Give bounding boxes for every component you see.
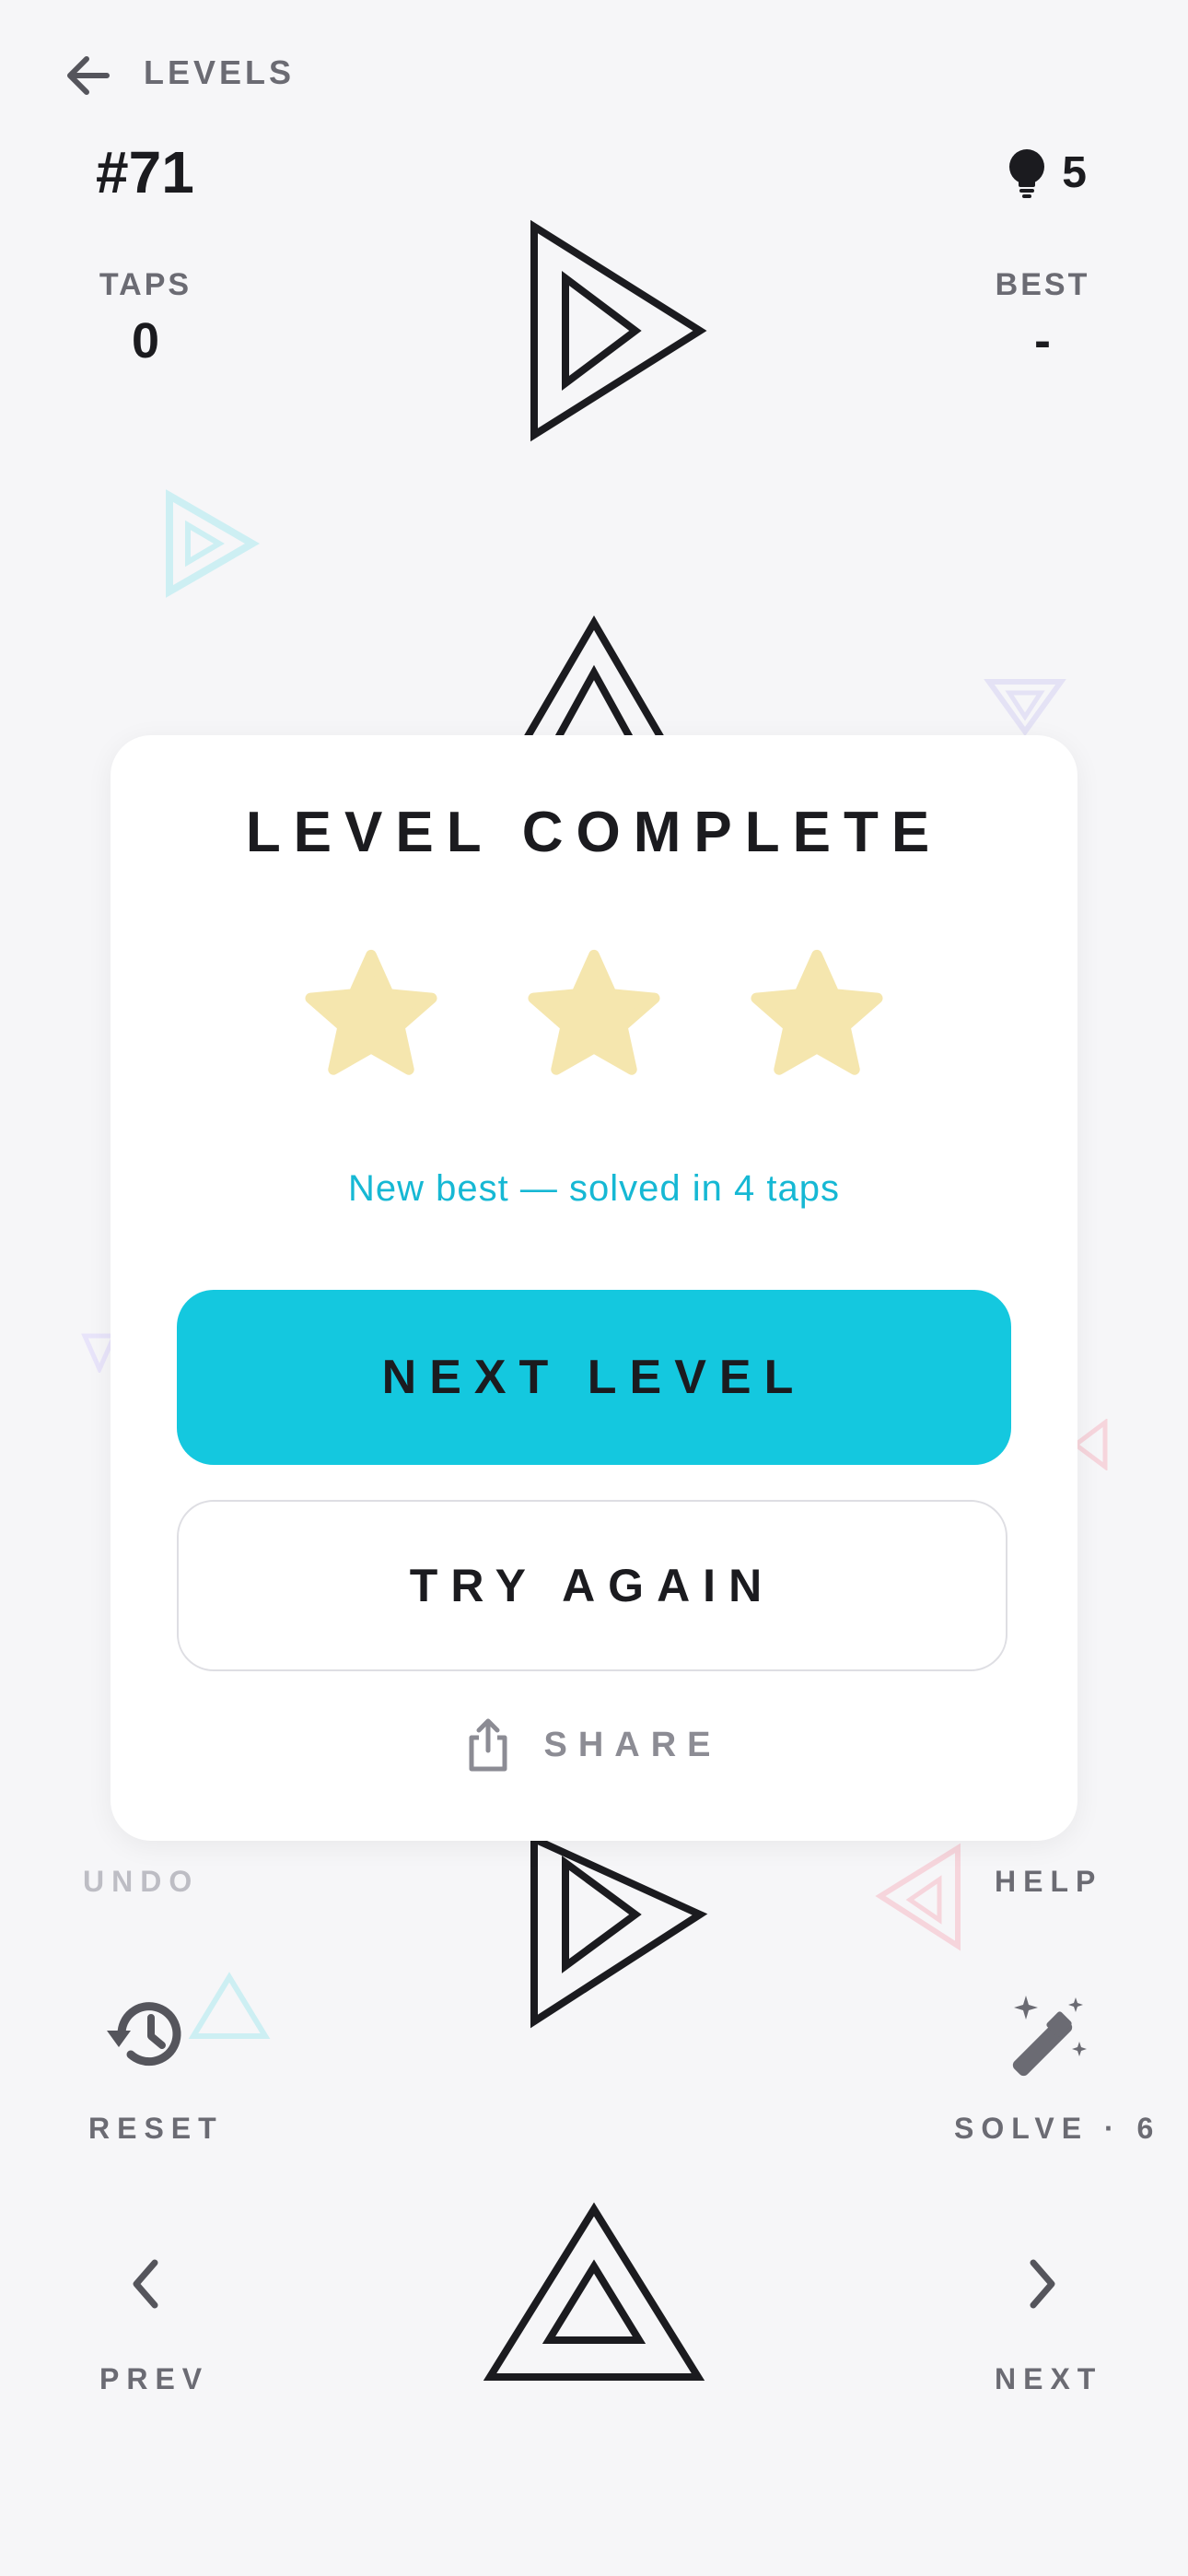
hints-counter[interactable]: 5 — [1007, 147, 1087, 198]
lightbulb-icon — [1009, 148, 1045, 198]
decorative-triangle-cyan-small — [188, 1972, 271, 2039]
triangle-piece-bottom[interactable] — [483, 2202, 705, 2386]
next-level-button[interactable]: NEXT LEVEL — [177, 1290, 1011, 1465]
share-button[interactable]: SHARE — [111, 1717, 1077, 1773]
taps-value: 0 — [131, 313, 160, 369]
magic-wand-icon[interactable] — [998, 1990, 1090, 2082]
decorative-triangle-cyan — [166, 489, 260, 598]
triangle-piece-center[interactable] — [516, 615, 672, 744]
star-icon — [305, 949, 437, 1075]
taps-label: TAPS — [99, 267, 192, 302]
reset-button[interactable]: RESET — [88, 2112, 224, 2146]
star-icon — [528, 949, 660, 1075]
share-icon — [469, 1718, 507, 1772]
history-reset-icon[interactable] — [103, 1990, 192, 2078]
back-arrow-icon[interactable] — [61, 48, 116, 103]
modal-title: LEVEL COMPLETE — [245, 801, 943, 864]
chevron-right-icon[interactable] — [1015, 2252, 1070, 2316]
help-button[interactable]: HELP — [995, 1865, 1102, 1899]
triangle-piece-top[interactable] — [525, 217, 709, 444]
share-label: SHARE — [543, 1725, 722, 1764]
best-stat: BEST - — [950, 267, 1135, 369]
best-label: BEST — [995, 267, 1090, 302]
hints-count: 5 — [1062, 148, 1087, 197]
solve-button[interactable]: SOLVE · 6 — [954, 2112, 1160, 2146]
result-message: New best — solved in 4 taps — [348, 1168, 840, 1209]
prev-button[interactable]: PREV — [99, 2362, 209, 2396]
taps-stat: TAPS 0 — [53, 267, 238, 369]
decorative-triangle-purple — [984, 679, 1066, 735]
decorative-triangle-pink-right — [1072, 1419, 1108, 1470]
star-rating — [111, 947, 1077, 1082]
level-number: #71 — [96, 139, 194, 205]
level-complete-modal: LEVEL COMPLETE New best — solved in 4 ta… — [111, 735, 1077, 1841]
back-label[interactable]: LEVELS — [144, 53, 295, 92]
chevron-left-icon[interactable] — [118, 2252, 173, 2316]
next-button[interactable]: NEXT — [995, 2362, 1102, 2396]
best-value: - — [1034, 313, 1051, 369]
try-again-button[interactable]: TRY AGAIN — [177, 1500, 1007, 1671]
undo-button[interactable]: UNDO — [83, 1865, 199, 1899]
star-icon — [751, 949, 883, 1075]
triangle-piece-bottom-center[interactable] — [525, 1839, 709, 2029]
decorative-triangle-pink — [875, 1843, 961, 1951]
